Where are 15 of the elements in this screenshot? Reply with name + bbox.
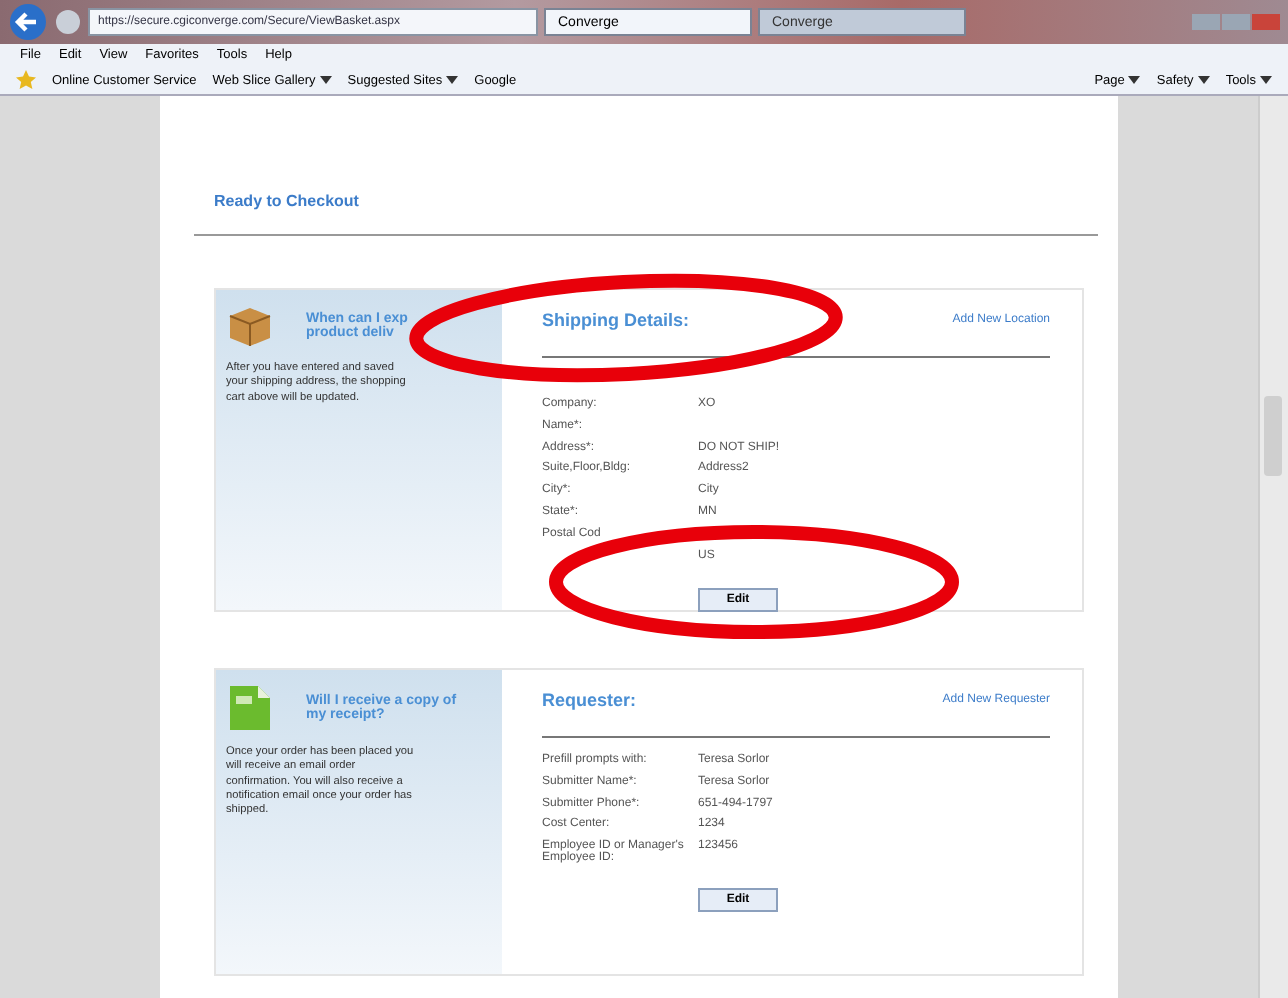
caret-icon [1197, 76, 1210, 84]
caret-icon [446, 76, 459, 84]
section-title: Shipping Details: [542, 310, 690, 330]
document-icon [226, 682, 274, 734]
caret-icon [1260, 76, 1272, 84]
back-button[interactable] [8, 2, 48, 42]
page-heading: Ready to Checkout [214, 192, 361, 210]
scrollbar[interactable] [1258, 96, 1288, 998]
forward-button[interactable] [54, 8, 82, 36]
box-icon [226, 302, 274, 350]
caret-icon [1128, 76, 1141, 84]
favorites-star-icon[interactable] [16, 70, 36, 90]
caret-icon [319, 76, 332, 84]
section-title: Requester: [542, 690, 637, 710]
window-controls-icon[interactable] [1192, 12, 1280, 32]
